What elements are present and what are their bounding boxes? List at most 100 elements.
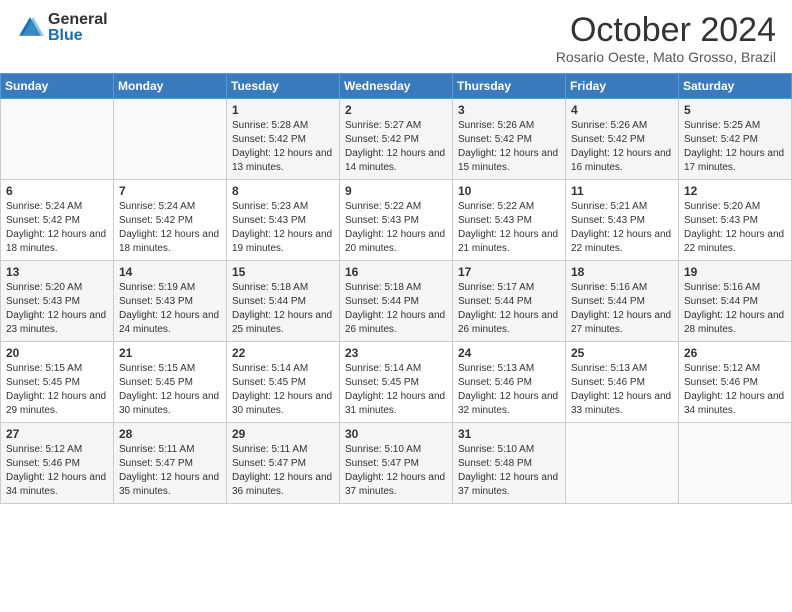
day-info: Sunrise: 5:15 AMSunset: 5:45 PMDaylight:…: [119, 362, 221, 418]
day-info: Sunrise: 5:14 AMSunset: 5:45 PMDaylight:…: [345, 362, 447, 418]
calendar-cell: 23 Sunrise: 5:14 AMSunset: 5:45 PMDayligh…: [340, 342, 453, 423]
day-info: Sunrise: 5:17 AMSunset: 5:44 PMDaylight:…: [458, 281, 560, 337]
calendar-cell: 22Sunrise: 5:14 AMSunset: 5:45 PMDayligh…: [227, 342, 340, 423]
day-number: 8: [232, 184, 334, 198]
calendar-cell: 17Sunrise: 5:17 AMSunset: 5:44 PMDayligh…: [453, 261, 566, 342]
logo-general-text: General: [48, 12, 108, 28]
day-info: Sunrise: 5:26 AMSunset: 5:42 PMDaylight:…: [571, 119, 673, 175]
day-info: Sunrise: 5:18 AMSunset: 5:44 PMDaylight:…: [232, 281, 334, 337]
day-info: Sunrise: 5:13 AMSunset: 5:46 PMDaylight:…: [458, 362, 560, 418]
day-number: 26: [684, 346, 786, 360]
calendar-cell: 25 Sunrise: 5:13 AMSunset: 5:46 PMDayligh…: [566, 342, 679, 423]
week-row-1: 1 Sunrise: 5:28 AMSunset: 5:42 PMDaylight…: [1, 99, 792, 180]
logo-icon: [16, 14, 44, 42]
calendar-cell: 19 Sunrise: 5:16 AMSunset: 5:44 PMDayligh…: [679, 261, 792, 342]
header-day-saturday: Saturday: [679, 74, 792, 99]
day-number: 13: [6, 265, 108, 279]
logo: General Blue: [16, 12, 108, 44]
day-number: 7: [119, 184, 221, 198]
calendar-cell: 9 Sunrise: 5:22 AMSunset: 5:43 PMDaylight…: [340, 180, 453, 261]
calendar-cell: 27 Sunrise: 5:12 AMSunset: 5:46 PMDayligh…: [1, 423, 114, 504]
day-info: Sunrise: 5:28 AMSunset: 5:42 PMDaylight:…: [232, 119, 334, 175]
calendar-cell: [1, 99, 114, 180]
day-info: Sunrise: 5:16 AMSunset: 5:44 PMDaylight:…: [684, 281, 786, 337]
day-number: 4: [571, 103, 673, 117]
day-info: Sunrise: 5:24 AMSunset: 5:42 PMDaylight:…: [6, 200, 108, 256]
calendar-cell: 31 Sunrise: 5:10 AMSunset: 5:48 PMDayligh…: [453, 423, 566, 504]
day-info: Sunrise: 5:19 AMSunset: 5:43 PMDaylight:…: [119, 281, 221, 337]
day-info: Sunrise: 5:24 AMSunset: 5:42 PMDaylight:…: [119, 200, 221, 256]
day-number: 9: [345, 184, 447, 198]
header-day-tuesday: Tuesday: [227, 74, 340, 99]
day-number: 3: [458, 103, 560, 117]
day-info: Sunrise: 5:11 AMSunset: 5:47 PMDaylight:…: [232, 443, 334, 499]
day-number: 29: [232, 427, 334, 441]
calendar-body: 1 Sunrise: 5:28 AMSunset: 5:42 PMDaylight…: [1, 99, 792, 504]
location-title: Rosario Oeste, Mato Grosso, Brazil: [556, 49, 776, 65]
calendar-cell: 4 Sunrise: 5:26 AMSunset: 5:42 PMDaylight…: [566, 99, 679, 180]
header: General Blue October 2024 Rosario Oeste,…: [0, 0, 792, 73]
day-info: Sunrise: 5:20 AMSunset: 5:43 PMDaylight:…: [684, 200, 786, 256]
calendar-cell: 20 Sunrise: 5:15 AMSunset: 5:45 PMDayligh…: [1, 342, 114, 423]
day-info: Sunrise: 5:12 AMSunset: 5:46 PMDaylight:…: [6, 443, 108, 499]
day-info: Sunrise: 5:14 AMSunset: 5:45 PMDaylight:…: [232, 362, 334, 418]
day-info: Sunrise: 5:10 AMSunset: 5:48 PMDaylight:…: [458, 443, 560, 499]
calendar-cell: 7 Sunrise: 5:24 AMSunset: 5:42 PMDaylight…: [114, 180, 227, 261]
day-number: 1: [232, 103, 334, 117]
day-number: 15: [232, 265, 334, 279]
logo-blue-text: Blue: [48, 28, 108, 44]
calendar-cell: 14 Sunrise: 5:19 AMSunset: 5:43 PMDayligh…: [114, 261, 227, 342]
day-info: Sunrise: 5:13 AMSunset: 5:46 PMDaylight:…: [571, 362, 673, 418]
day-number: 16: [345, 265, 447, 279]
calendar-cell: 11 Sunrise: 5:21 AMSunset: 5:43 PMDayligh…: [566, 180, 679, 261]
day-number: 25: [571, 346, 673, 360]
day-number: 20: [6, 346, 108, 360]
day-number: 10: [458, 184, 560, 198]
header-day-wednesday: Wednesday: [340, 74, 453, 99]
day-number: 12: [684, 184, 786, 198]
logo-text: General Blue: [48, 12, 108, 44]
day-info: Sunrise: 5:23 AMSunset: 5:43 PMDaylight:…: [232, 200, 334, 256]
day-info: Sunrise: 5:16 AMSunset: 5:44 PMDaylight:…: [571, 281, 673, 337]
day-info: Sunrise: 5:25 AMSunset: 5:42 PMDaylight:…: [684, 119, 786, 175]
day-number: 14: [119, 265, 221, 279]
calendar-header: SundayMondayTuesdayWednesdayThursdayFrid…: [1, 74, 792, 99]
day-number: 27: [6, 427, 108, 441]
day-number: 11: [571, 184, 673, 198]
calendar-cell: 30Sunrise: 5:10 AMSunset: 5:47 PMDayligh…: [340, 423, 453, 504]
day-number: 21: [119, 346, 221, 360]
calendar-cell: 24 Sunrise: 5:13 AMSunset: 5:46 PMDayligh…: [453, 342, 566, 423]
day-number: 5: [684, 103, 786, 117]
week-row-5: 27 Sunrise: 5:12 AMSunset: 5:46 PMDayligh…: [1, 423, 792, 504]
day-number: 31: [458, 427, 560, 441]
calendar-cell: 10 Sunrise: 5:22 AMSunset: 5:43 PMDayligh…: [453, 180, 566, 261]
day-number: 19: [684, 265, 786, 279]
day-number: 2: [345, 103, 447, 117]
day-info: Sunrise: 5:12 AMSunset: 5:46 PMDaylight:…: [684, 362, 786, 418]
week-row-2: 6Sunrise: 5:24 AMSunset: 5:42 PMDaylight…: [1, 180, 792, 261]
calendar-cell: 21 Sunrise: 5:15 AMSunset: 5:45 PMDayligh…: [114, 342, 227, 423]
day-info: Sunrise: 5:22 AMSunset: 5:43 PMDaylight:…: [345, 200, 447, 256]
day-number: 18: [571, 265, 673, 279]
calendar-cell: 13 Sunrise: 5:20 AMSunset: 5:43 PMDayligh…: [1, 261, 114, 342]
title-block: October 2024 Rosario Oeste, Mato Grosso,…: [556, 12, 776, 65]
calendar-cell: 1 Sunrise: 5:28 AMSunset: 5:42 PMDaylight…: [227, 99, 340, 180]
day-info: Sunrise: 5:15 AMSunset: 5:45 PMDaylight:…: [6, 362, 108, 418]
calendar-cell: 15 Sunrise: 5:18 AMSunset: 5:44 PMDayligh…: [227, 261, 340, 342]
calendar-cell: [114, 99, 227, 180]
day-number: 30: [345, 427, 447, 441]
calendar-cell: [566, 423, 679, 504]
day-info: Sunrise: 5:21 AMSunset: 5:43 PMDaylight:…: [571, 200, 673, 256]
day-info: Sunrise: 5:22 AMSunset: 5:43 PMDaylight:…: [458, 200, 560, 256]
day-number: 24: [458, 346, 560, 360]
day-number: 28: [119, 427, 221, 441]
calendar-cell: 18 Sunrise: 5:16 AMSunset: 5:44 PMDayligh…: [566, 261, 679, 342]
day-info: Sunrise: 5:27 AMSunset: 5:42 PMDaylight:…: [345, 119, 447, 175]
calendar-cell: 26 Sunrise: 5:12 AMSunset: 5:46 PMDayligh…: [679, 342, 792, 423]
month-title: October 2024: [556, 12, 776, 49]
week-row-4: 20 Sunrise: 5:15 AMSunset: 5:45 PMDayligh…: [1, 342, 792, 423]
day-number: 23: [345, 346, 447, 360]
day-info: Sunrise: 5:20 AMSunset: 5:43 PMDaylight:…: [6, 281, 108, 337]
calendar-cell: 6Sunrise: 5:24 AMSunset: 5:42 PMDaylight…: [1, 180, 114, 261]
page: General Blue October 2024 Rosario Oeste,…: [0, 0, 792, 612]
